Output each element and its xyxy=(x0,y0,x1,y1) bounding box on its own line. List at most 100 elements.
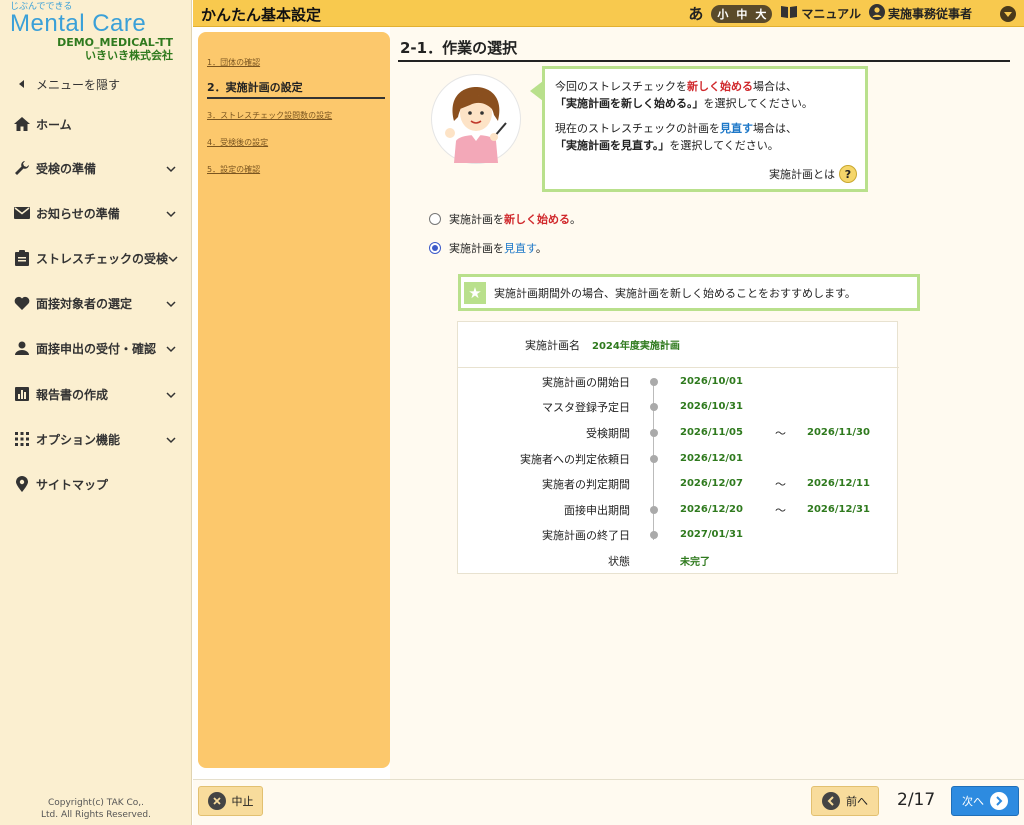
row-date-end: 2026/12/31 xyxy=(807,504,870,515)
user-menu[interactable]: 実施事務従事者 xyxy=(868,4,972,23)
bubble-text: 場合は、 xyxy=(753,122,797,135)
org-info: DEMO_MEDICAL-TT いきいき株式会社 xyxy=(57,36,173,62)
row-label: 実施計画の開始日 xyxy=(542,375,630,389)
row-date-start: 2026/12/07 xyxy=(680,478,743,489)
table-row: 状態 未完了 xyxy=(458,548,899,573)
font-size-large-button[interactable]: 大 xyxy=(755,6,766,22)
radio-text: 。 xyxy=(570,213,581,226)
sidebar-item-report[interactable]: 報告書の作成 xyxy=(0,374,192,414)
chevron-down-icon xyxy=(166,162,176,176)
help-label: 実施計画とは xyxy=(769,167,835,181)
heart-icon xyxy=(12,296,32,310)
pin-icon xyxy=(12,476,32,492)
header-actions: あ 小 中 大 マニュアル 実施事務従事者 xyxy=(688,3,1016,24)
bubble-line-4: 「実施計画を見直す。」を選択してください。 xyxy=(555,137,855,154)
chevron-down-icon xyxy=(166,342,176,356)
timeline-dot xyxy=(650,428,658,437)
clipboard-icon xyxy=(12,250,32,266)
chevron-down-icon xyxy=(166,388,176,402)
sidebar-item-label: サイトマップ xyxy=(36,477,109,492)
chevron-down-icon xyxy=(166,207,176,221)
radio-emphasis: 新しく始める xyxy=(504,213,570,226)
sidebar-item-home[interactable]: ホーム xyxy=(0,104,192,144)
step-link-5[interactable]: 5．設定の確認 xyxy=(207,164,260,175)
question-icon[interactable]: ? xyxy=(839,165,857,183)
font-size-medium-button[interactable]: 中 xyxy=(736,6,747,22)
row-date-end: 2026/12/11 xyxy=(807,478,870,489)
sidebar-item-interview-requests[interactable]: 面接申出の受付・確認 xyxy=(0,328,192,368)
logo[interactable]: じぶんでできる Mental Care xyxy=(10,2,180,36)
table-row: 実施計画の終了日 2027/01/31 xyxy=(458,522,899,547)
font-size-small-button[interactable]: 小 xyxy=(717,6,728,22)
step-link-3[interactable]: 3．ストレスチェック設問数の設定 xyxy=(207,110,332,121)
row-label: 実施者への判定依頼日 xyxy=(520,452,630,466)
help-link[interactable]: 実施計画とは ? xyxy=(769,165,857,183)
row-date-start: 2026/12/20 xyxy=(680,504,743,515)
sidebar-item-label: ホーム xyxy=(36,117,72,132)
sidebar-item-sitemap[interactable]: サイトマップ xyxy=(0,464,192,504)
manual-label: マニュアル xyxy=(801,7,861,21)
table-row: 実施者への判定依頼日 2026/12/01 xyxy=(458,446,899,471)
timeline-dot xyxy=(650,454,658,463)
radio-new-plan[interactable]: 実施計画を新しく始める。 xyxy=(429,211,581,227)
org-code: DEMO_MEDICAL-TT xyxy=(57,36,173,49)
radio-button-selected[interactable] xyxy=(429,242,441,254)
guide-character-illustration xyxy=(445,87,507,163)
page-title: かんたん基本設定 xyxy=(201,6,322,24)
chart-icon xyxy=(12,387,32,401)
timeline-dot xyxy=(650,505,658,514)
timeline-gap xyxy=(650,557,658,565)
footer-bar: 中止 前へ 2/17 次へ xyxy=(193,779,1024,825)
plan-name-row: 実施計画名 2024年度実施計画 xyxy=(458,322,899,368)
hide-menu-button[interactable]: メニューを隠す xyxy=(0,64,192,104)
next-button[interactable]: 次へ xyxy=(951,786,1019,816)
bubble-line-2: 「実施計画を新しく始める。」を選択してください。 xyxy=(555,95,855,112)
section-heading: 2-1．作業の選択 xyxy=(400,39,518,57)
step-link-4[interactable]: 4．受検後の設定 xyxy=(207,137,268,148)
wrench-icon xyxy=(12,160,32,176)
row-label: マスタ登録予定日 xyxy=(542,400,630,414)
manual-button[interactable]: マニュアル xyxy=(780,5,861,22)
copyright-line1: Copyright(c) TAK Co,. xyxy=(47,798,145,808)
timeline-dot xyxy=(650,402,658,411)
radio-button[interactable] xyxy=(429,213,441,225)
recommendation-text: 実施計画期間外の場合、実施計画を新しく始めることをおすすめします。 xyxy=(494,286,856,300)
chevron-down-icon xyxy=(168,252,178,266)
heading-divider xyxy=(398,60,1010,62)
chevron-down-icon xyxy=(166,433,176,447)
steps-panel: 1．団体の確認 2．実施計画の設定 3．ストレスチェック設問数の設定 4．受検後… xyxy=(198,32,390,768)
prev-label: 前へ xyxy=(846,795,868,808)
home-icon xyxy=(12,117,32,131)
font-size-icon: あ xyxy=(688,5,704,23)
sidebar-item-notice-prep[interactable]: お知らせの準備 xyxy=(0,193,192,233)
step-current: 2．実施計画の設定 xyxy=(207,79,385,99)
user-name: 実施事務従事者 xyxy=(887,7,972,21)
sidebar-item-label: 面接対象者の選定 xyxy=(36,296,133,311)
radio-label: 実施計画を新しく始める。 xyxy=(449,211,581,227)
sidebar-item-stress-check[interactable]: ストレスチェックの受検 xyxy=(0,238,192,278)
logo-name: Mental Care xyxy=(10,10,147,37)
sidebar-item-interview-selection[interactable]: 面接対象者の選定 xyxy=(0,283,192,323)
bubble-text: 現在のストレスチェックの計画を xyxy=(555,122,720,135)
table-row: 受検期間 2026/11/05 ～ 2026/11/30 xyxy=(458,420,899,445)
table-row: 面接申出期間 2026/12/20 ～ 2026/12/31 xyxy=(458,497,899,522)
prev-button[interactable]: 前へ xyxy=(811,786,879,816)
timeline-gap xyxy=(650,480,658,488)
bubble-emphasis-new: 新しく始める xyxy=(687,80,753,93)
sidebar-item-label: 面接申出の受付・確認 xyxy=(36,341,157,356)
bubble-text: 場合は、 xyxy=(753,80,797,93)
copyright: Copyright(c) TAK Co,. Ltd. All Rights Re… xyxy=(0,797,192,821)
header-dropdown-button[interactable] xyxy=(1000,5,1016,22)
radio-review-plan[interactable]: 実施計画を見直す。 xyxy=(429,240,547,256)
row-label: 受検期間 xyxy=(586,426,630,440)
star-icon: ★ xyxy=(464,281,486,304)
sidebar-item-exam-prep[interactable]: 受検の準備 xyxy=(0,148,192,188)
sidebar-item-label: ストレスチェックの受検 xyxy=(36,251,169,266)
sidebar-item-label: お知らせの準備 xyxy=(36,206,120,221)
step-link-1[interactable]: 1．団体の確認 xyxy=(207,57,260,68)
sidebar-item-options[interactable]: オプション機能 xyxy=(0,419,192,459)
stop-button[interactable]: 中止 xyxy=(198,786,263,816)
radio-label: 実施計画を見直す。 xyxy=(449,240,547,256)
next-label: 次へ xyxy=(962,795,984,808)
org-company: いきいき株式会社 xyxy=(85,49,173,62)
